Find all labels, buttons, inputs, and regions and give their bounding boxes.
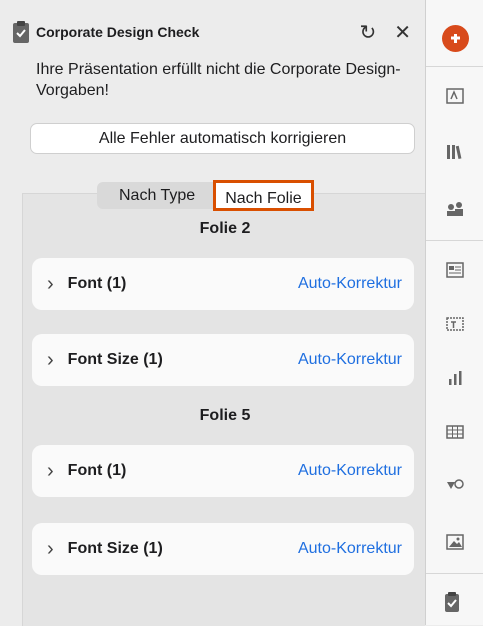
issue-card[interactable]: › Font (1) Auto-Korrektur (32, 258, 414, 310)
chevron-right-icon[interactable]: › (47, 539, 54, 559)
slide-group-title: Folie 5 (199, 407, 251, 424)
library-icon[interactable] (426, 130, 483, 174)
tab-by-slide[interactable]: Nach Folie (213, 180, 314, 211)
tool-sidebar (425, 0, 483, 625)
brand-logo-icon[interactable] (442, 25, 469, 52)
table-icon[interactable] (426, 410, 483, 454)
people-icon[interactable] (426, 187, 483, 231)
chevron-right-icon[interactable]: › (47, 274, 54, 294)
issue-label: Font Size (1) (67, 351, 163, 368)
textbox-icon[interactable] (426, 302, 483, 346)
panel-header: Corporate Design Check ↻ ✕ (36, 18, 411, 46)
issue-card[interactable]: › Font Size (1) Auto-Korrektur (32, 334, 414, 386)
chevron-right-icon[interactable]: › (47, 461, 54, 481)
layout-icon[interactable] (426, 248, 483, 292)
tab-by-type[interactable]: Nach Type (97, 182, 216, 209)
warning-message: Ihre Präsentation erfüllt nicht die Corp… (36, 61, 401, 99)
shapes-icon[interactable] (426, 464, 483, 508)
fix-all-button[interactable]: Alle Fehler automatisch korrigieren (30, 123, 415, 154)
clipboard-check-icon[interactable] (444, 591, 460, 613)
chart-icon[interactable] (426, 356, 483, 400)
corporate-design-check-panel: Corporate Design Check ↻ ✕ Ihre Präsenta… (0, 0, 425, 626)
issue-label: Font Size (1) (67, 540, 163, 557)
clipboard-check-icon (13, 21, 29, 43)
panel-title: Corporate Design Check (36, 24, 200, 40)
view-tabs: Nach Type Nach Folie (97, 180, 314, 211)
issue-card[interactable]: › Font Size (1) Auto-Korrektur (32, 523, 414, 575)
issue-label: Font (1) (67, 462, 127, 479)
auto-correct-link[interactable]: Auto-Korrektur (298, 275, 402, 293)
chevron-right-icon[interactable]: › (47, 350, 54, 370)
close-icon[interactable]: ✕ (394, 20, 411, 45)
auto-correct-link[interactable]: Auto-Korrektur (298, 462, 402, 480)
auto-correct-link[interactable]: Auto-Korrektur (298, 351, 402, 369)
issue-card[interactable]: › Font (1) Auto-Korrektur (32, 445, 414, 497)
slide-group-title: Folie 2 (199, 220, 251, 237)
issue-label: Font (1) (67, 275, 127, 292)
auto-correct-link[interactable]: Auto-Korrektur (298, 540, 402, 558)
refresh-icon[interactable]: ↻ (359, 20, 376, 45)
text-style-icon[interactable] (426, 74, 483, 118)
image-icon[interactable] (426, 520, 483, 564)
